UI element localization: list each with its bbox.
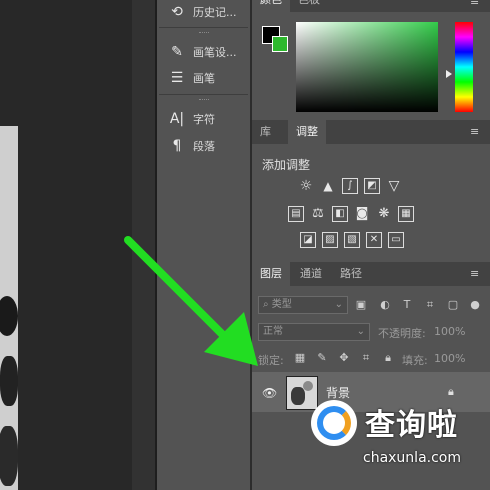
filter-toggle-icon[interactable]: ● (468, 298, 482, 312)
layer-filter-select[interactable]: ⌕ 类型 ⌄ (258, 296, 348, 314)
chevron-down-icon: ⌄ (356, 326, 365, 337)
invert-icon[interactable]: ◪ (300, 232, 316, 248)
panel-menu-icon[interactable]: ≡ (470, 126, 482, 138)
adjustments-panel-tabbar: 库 调整 ≡ (252, 120, 490, 144)
history-icon: ⟲ (171, 4, 183, 20)
lock-transparent-pixels-icon[interactable]: ▦ (293, 351, 307, 365)
brush-icon: ☰ (170, 70, 184, 86)
gradient-map-icon[interactable]: ▭ (388, 232, 404, 248)
paragraph-label: 段落 (193, 140, 215, 153)
opacity-value[interactable]: 100% (434, 325, 465, 338)
dock-grip[interactable] (199, 99, 209, 102)
adjustments-row-1: ☼ ▲ ∫ ◩ ▽ (298, 178, 402, 194)
layers-panel-tabbar: 图层 通道 路径 ≡ (252, 262, 490, 286)
brightness-contrast-icon[interactable]: ☼ (298, 178, 314, 194)
filter-pixel-icon[interactable]: ▣ (354, 298, 368, 312)
panel-menu-icon[interactable]: ≡ (470, 268, 482, 280)
tab-channels[interactable]: 通道 (292, 262, 330, 286)
opacity-label: 不透明度: (378, 327, 426, 340)
lock-all-icon[interactable]: 🔒︎ (381, 351, 395, 365)
brush-settings-panel-button[interactable]: ✎ 画笔设... (157, 40, 250, 64)
brush-panel-button[interactable]: ☰ 画笔 (157, 66, 250, 90)
saturation-brightness-picker[interactable] (296, 22, 438, 112)
watermark: 查询啦 chaxunla.com (305, 392, 480, 474)
paragraph-panel-button[interactable]: ¶ 段落 (157, 134, 250, 158)
threshold-icon[interactable]: ▧ (344, 232, 360, 248)
dock-separator (159, 27, 248, 28)
tab-libraries[interactable]: 库 (252, 120, 279, 144)
character-icon: A| (169, 111, 185, 127)
curves-icon[interactable]: ∫ (342, 178, 358, 194)
watermark-logo (311, 400, 357, 446)
history-panel-button[interactable]: ⟲ 历史记... (157, 0, 250, 24)
brush-settings-label: 画笔设... (193, 46, 237, 59)
hue-slider-handle[interactable] (446, 70, 452, 78)
filter-shape-icon[interactable]: ⌗ (423, 298, 437, 312)
layer-visibility-eye-icon[interactable]: 👁︎ (262, 386, 277, 400)
adjustments-row-3: ◪ ▨ ▧ ✕ ▭ (300, 232, 404, 248)
color-panel-tabbar: 颜色 色板 ≡ (252, 0, 490, 12)
dock-separator (159, 94, 248, 95)
background-color-swatch[interactable] (272, 36, 288, 52)
adjustments-row-2: ▤ ⚖ ◧ ◙ ❋ ▦ (288, 206, 414, 222)
paragraph-icon: ¶ (172, 138, 182, 154)
hue-slider[interactable] (455, 22, 473, 112)
filter-kind-value: 类型 (271, 299, 292, 310)
black-white-icon[interactable]: ◧ (332, 206, 348, 222)
hue-saturation-icon[interactable]: ▤ (288, 206, 304, 222)
lock-image-pixels-icon[interactable]: ✎ (315, 351, 329, 365)
watermark-url: chaxunla.com (363, 450, 461, 466)
history-label: 历史记... (193, 6, 237, 19)
tab-color[interactable]: 颜色 (252, 0, 290, 12)
exposure-icon[interactable]: ◩ (364, 178, 380, 194)
chevron-down-icon: ⌄ (334, 299, 343, 310)
filter-adjustment-icon[interactable]: ◐ (378, 298, 392, 312)
levels-icon[interactable]: ▲ (320, 178, 336, 194)
filter-type-icon[interactable]: T (400, 298, 414, 312)
tab-swatches[interactable]: 色板 (290, 0, 328, 12)
annotation-arrow (124, 236, 258, 366)
character-panel-button[interactable]: A| 字符 (157, 107, 250, 131)
arrow-shaft (124, 236, 234, 346)
document-image (0, 126, 18, 490)
dock-grip[interactable] (199, 32, 209, 35)
color-lookup-icon[interactable]: ▦ (398, 206, 414, 222)
panel-menu-icon[interactable]: ≡ (470, 0, 482, 8)
lock-artboard-icon[interactable]: ⌗ (359, 351, 373, 365)
lock-position-icon[interactable]: ✥ (337, 351, 351, 365)
tab-paths[interactable]: 路径 (332, 262, 370, 286)
color-balance-icon[interactable]: ⚖ (310, 206, 326, 222)
filter-smart-object-icon[interactable]: ▢ (446, 298, 460, 312)
fill-value[interactable]: 100% (434, 352, 465, 365)
blend-mode-select[interactable]: 正常 ⌄ (258, 323, 370, 341)
photo-filter-icon[interactable]: ◙ (354, 206, 370, 222)
tab-adjustments[interactable]: 调整 (288, 120, 326, 144)
adjustments-title: 添加调整 (262, 158, 311, 172)
selective-color-icon[interactable]: ✕ (366, 232, 382, 248)
posterize-icon[interactable]: ▨ (322, 232, 338, 248)
watermark-title: 查询啦 (365, 408, 458, 443)
vibrance-icon[interactable]: ▽ (386, 178, 402, 194)
fill-label: 填充: (402, 354, 428, 367)
brush-settings-icon: ✎ (171, 44, 183, 60)
character-label: 字符 (193, 113, 215, 126)
brush-label: 画笔 (193, 72, 215, 85)
channel-mixer-icon[interactable]: ❋ (376, 206, 392, 222)
